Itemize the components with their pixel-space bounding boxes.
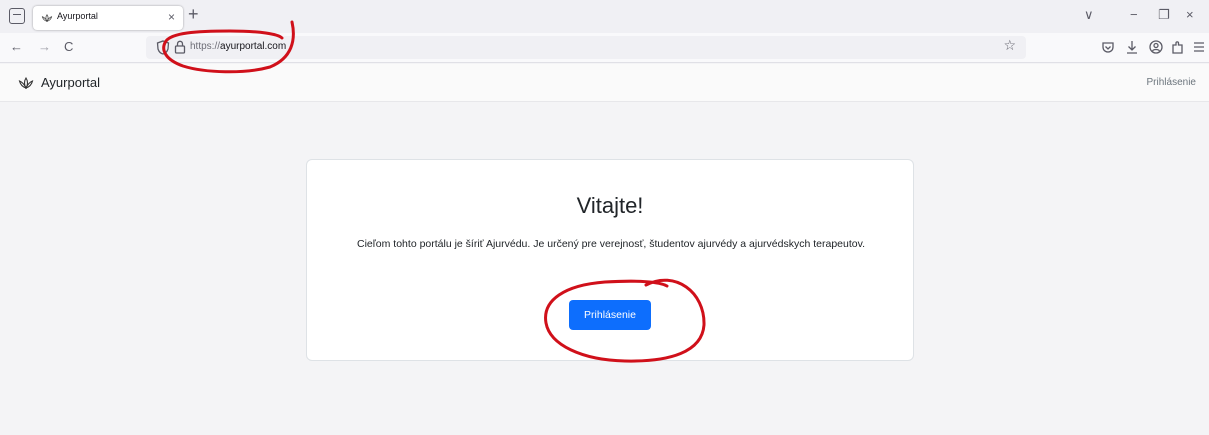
welcome-text: Cieľom tohto portálu je šíriť Ajurvédu. … [356,238,865,250]
close-window-button[interactable]: × [1186,6,1194,24]
url-bar[interactable]: https://ayurportal.com ☆ [146,36,1026,59]
back-button[interactable]: ← [10,38,23,56]
login-button[interactable]: Prihlásenie [569,300,651,330]
extensions-icon[interactable] [1170,39,1186,55]
tab-close-icon[interactable]: × [168,9,175,25]
account-icon[interactable] [1148,39,1164,55]
browser-nav-bar: ← → C https://ayurportal.com ☆ [0,33,1209,63]
pocket-icon[interactable] [1100,39,1116,55]
main-content: Vitajte! Cieľom tohto portálu je šíriť A… [0,103,1209,435]
lotus-icon [41,14,53,22]
tab-overflow-icon[interactable]: ∨ [1084,6,1094,24]
download-icon[interactable] [1124,39,1140,55]
url-text[interactable]: https://ayurportal.com [190,41,286,52]
url-protocol: https:// [190,41,221,52]
restore-button[interactable]: ❐ [1158,6,1170,24]
header-login-link[interactable]: Prihlásenie [1147,77,1196,88]
minimize-button[interactable]: − [1130,6,1138,24]
browser-tab[interactable]: Ayurportal × [33,6,183,30]
shield-icon[interactable] [156,40,170,55]
brand-name: Ayurportal [41,75,101,90]
lotus-icon [18,76,34,89]
menu-icon[interactable] [1191,39,1207,55]
site-header: Ayurportal Prihlásenie [0,64,1209,102]
brand-link[interactable]: Ayurportal [17,75,100,90]
url-host: ayurportal.com [220,41,287,52]
forward-button[interactable]: → [38,38,51,56]
lock-icon[interactable] [174,40,186,54]
tab-list-icon[interactable] [9,8,25,24]
star-icon[interactable]: ☆ [1003,37,1016,54]
new-tab-button[interactable]: + [188,4,199,24]
reload-button[interactable]: C [64,38,73,56]
welcome-title: Vitajte! [576,193,644,218]
tab-title: Ayurportal [57,11,98,21]
welcome-card: Vitajte! Cieľom tohto portálu je šíriť A… [306,159,914,361]
browser-tab-bar: Ayurportal × + ∨ − ❐ × [0,0,1209,33]
